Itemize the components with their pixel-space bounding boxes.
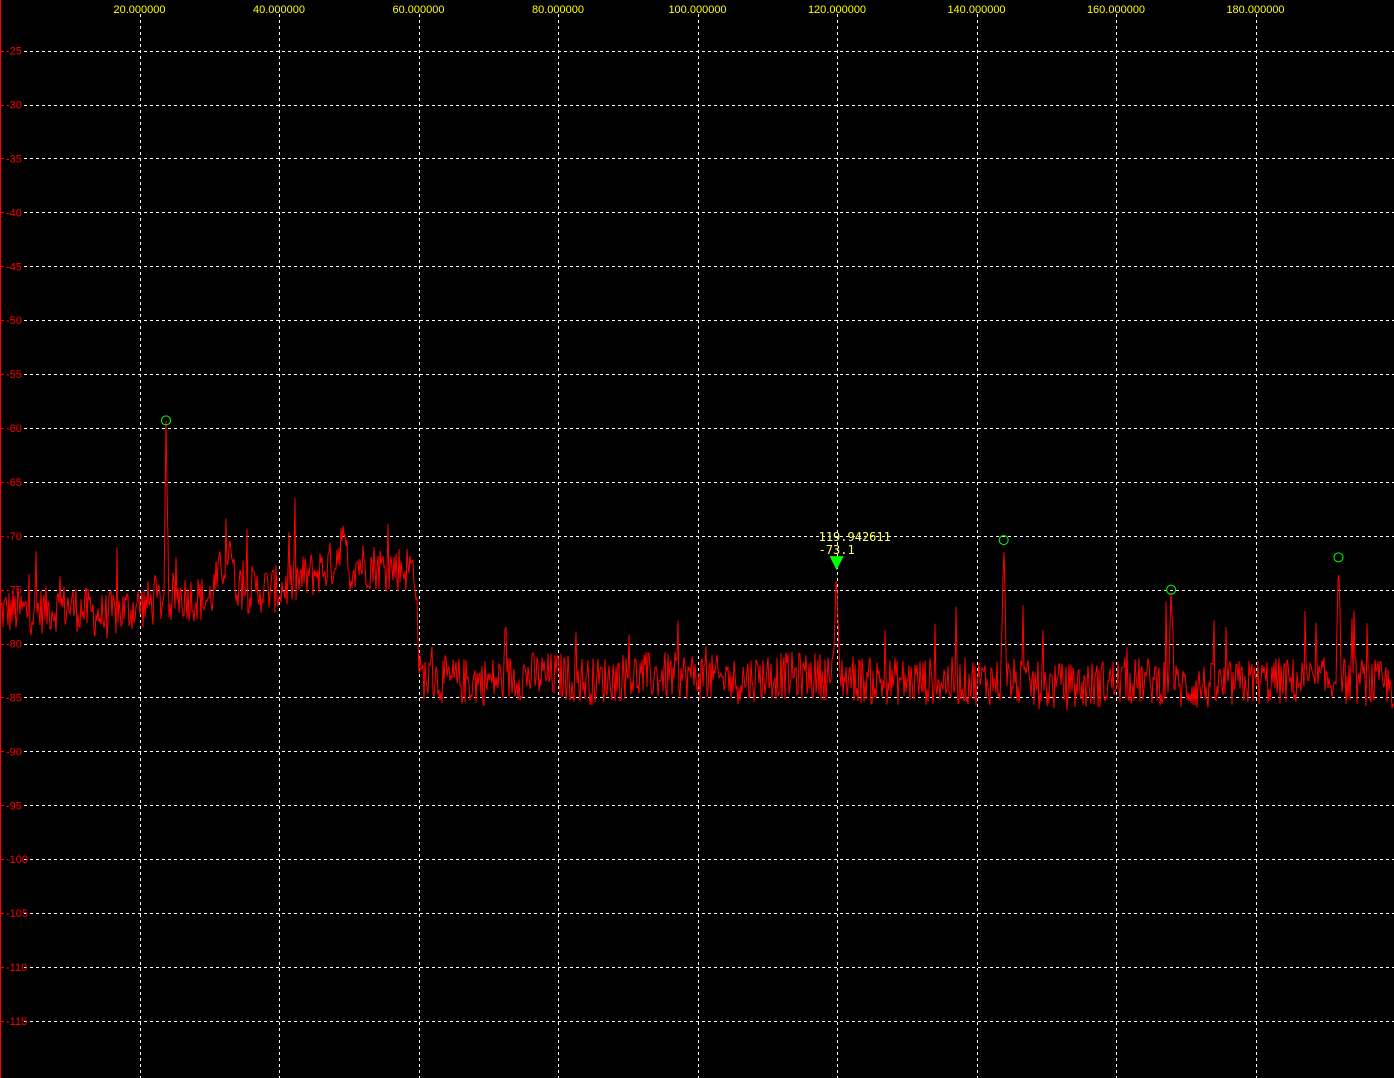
y-tick-label: -90 <box>6 746 22 758</box>
y-tick-label: -105 <box>6 908 28 920</box>
y-tick-label: -110 <box>6 962 27 974</box>
y-tick-label: -40 <box>6 207 22 219</box>
x-tick-label: 20.000000 <box>114 4 166 16</box>
y-tick-label: -100 <box>6 854 28 866</box>
x-tick-label: 40.000000 <box>253 4 305 16</box>
x-tick-label: 160.000000 <box>1087 4 1145 16</box>
y-tick-label: -85 <box>6 692 22 704</box>
y-tick-label: -75 <box>6 585 22 597</box>
x-tick-label: 80.000000 <box>532 4 584 16</box>
y-tick-label: -95 <box>6 800 22 812</box>
marker-frequency-readout: 119.942611 <box>819 530 891 544</box>
marker-level-readout: -73.1 <box>819 543 855 557</box>
spectrum-chart[interactable]: 20.000000 40.000000 60.000000 80.000000 100.… <box>0 0 1394 1078</box>
y-tick-label: -35 <box>6 153 22 165</box>
spectrum-analyzer-plot[interactable]: 20.000000 40.000000 60.000000 80.000000 100.… <box>0 0 1394 1078</box>
x-tick-label: 100.000000 <box>668 4 726 16</box>
y-tick-label: -55 <box>6 369 22 381</box>
y-tick-label: -30 <box>6 100 22 112</box>
y-tick-label: -60 <box>6 423 22 435</box>
x-tick-label: 60.000000 <box>393 4 445 16</box>
plot-background <box>0 0 1394 1078</box>
y-tick-label: -25 <box>6 46 22 58</box>
y-tick-label: -80 <box>6 639 22 651</box>
y-tick-label: -65 <box>6 477 22 489</box>
y-tick-label: -50 <box>6 315 22 327</box>
x-tick-label: 180.000000 <box>1226 4 1284 16</box>
y-tick-label: -115 <box>6 1016 27 1028</box>
y-tick-label: -45 <box>6 261 22 273</box>
y-tick-label: -70 <box>6 531 22 543</box>
x-axis-ticks: 20.000000 40.000000 60.000000 80.000000 100.… <box>114 4 1285 16</box>
x-tick-label: 120.000000 <box>808 4 866 16</box>
x-tick-label: 140.000000 <box>947 4 1005 16</box>
